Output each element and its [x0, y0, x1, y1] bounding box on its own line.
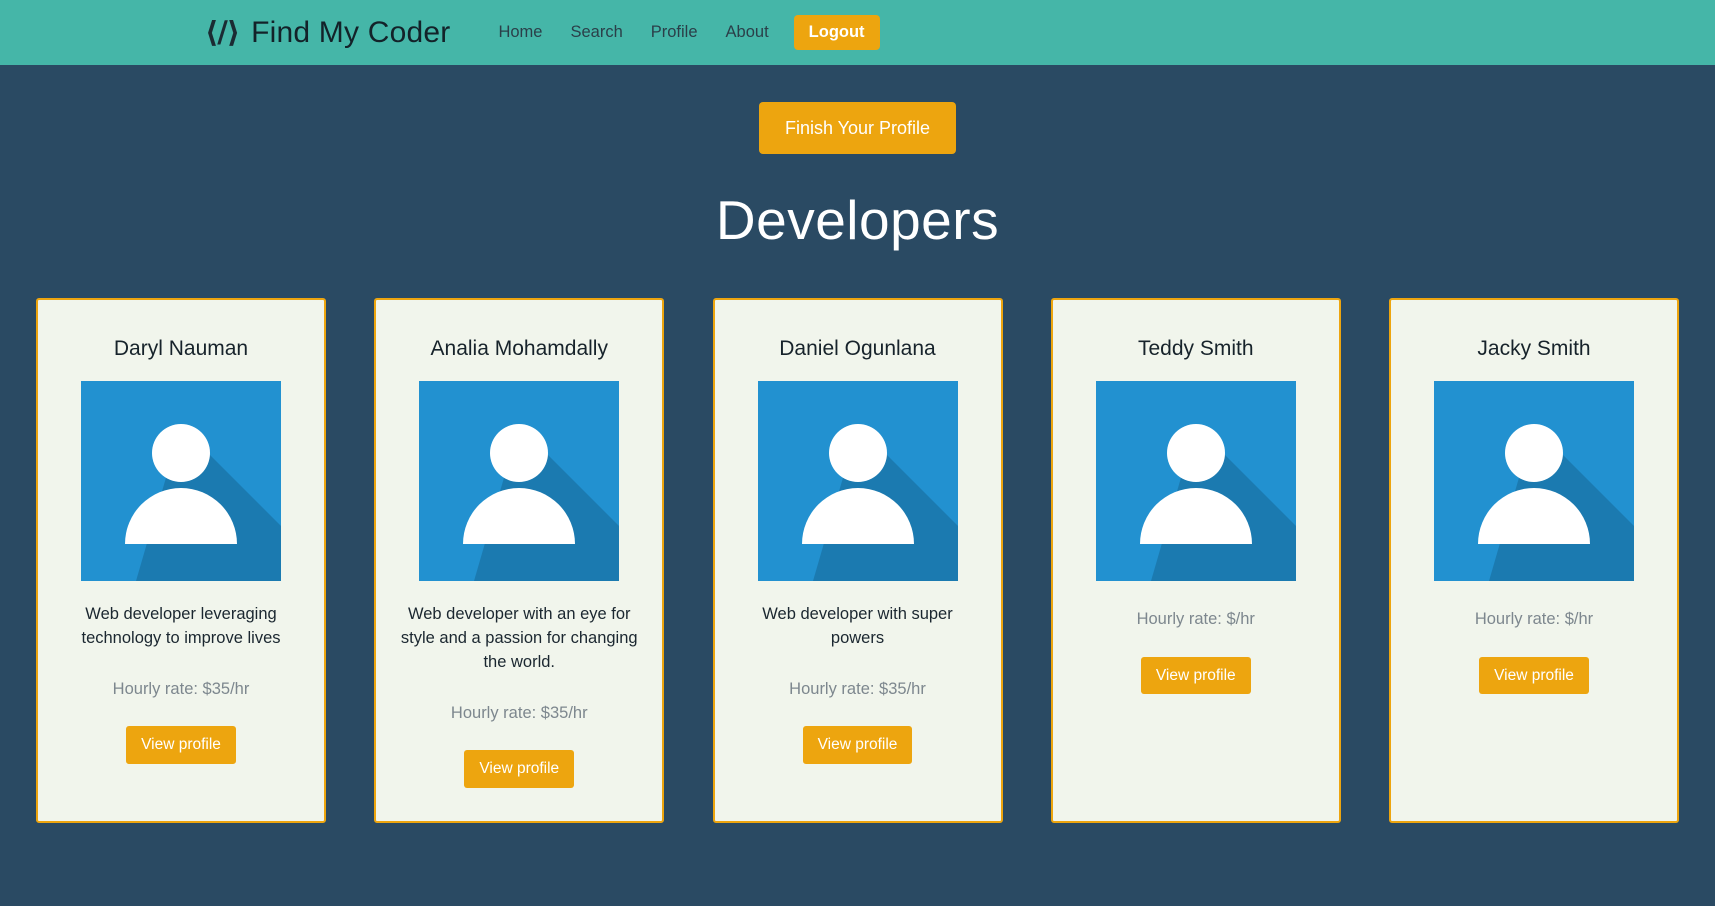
nav-link-home[interactable]: Home — [484, 18, 556, 47]
user-avatar-icon — [1434, 381, 1634, 582]
developer-card: Jacky Smith Hourly rate: $/hr View profil… — [1389, 298, 1679, 823]
developer-hourly-rate: Hourly rate: $35/hr — [450, 703, 588, 722]
nav-link-profile[interactable]: Profile — [637, 18, 712, 47]
developer-name: Teddy Smith — [1137, 337, 1254, 360]
user-avatar-icon — [81, 381, 281, 582]
developer-name: Daryl Nauman — [113, 337, 249, 360]
main-nav: Home Search Profile About Logout — [484, 14, 880, 51]
page-title: Developers — [715, 189, 1000, 251]
page-body: Finish Your Profile Developers Daryl Nau… — [0, 65, 1715, 906]
developer-bio: Web developer leveraging technology to i… — [81, 605, 281, 648]
finish-profile-button[interactable]: Finish Your Profile — [758, 102, 957, 154]
developer-hourly-rate: Hourly rate: $35/hr — [789, 680, 926, 699]
logout-button[interactable]: Logout — [793, 14, 880, 51]
view-profile-button[interactable]: View profile — [1140, 656, 1251, 695]
developer-name: Jacky Smith — [1477, 337, 1591, 360]
brand-logo[interactable]: ⟨/⟩ Find My Coder — [205, 15, 451, 49]
navbar: ⟨/⟩ Find My Coder Home Search Profile Ab… — [0, 0, 1715, 65]
developer-name: Daniel Ogunlana — [779, 337, 936, 360]
view-profile-button[interactable]: View profile — [802, 726, 913, 764]
nav-link-search[interactable]: Search — [556, 18, 636, 47]
user-avatar-icon — [419, 381, 620, 582]
developer-bio: Web developer with an eye for style and … — [400, 605, 638, 672]
developer-hourly-rate: Hourly rate: $/hr — [1136, 610, 1255, 629]
developer-name: Analia Mohamdally — [430, 337, 608, 360]
view-profile-button[interactable]: View profile — [126, 726, 236, 764]
code-brackets-icon: ⟨/⟩ — [205, 15, 240, 49]
developer-card: Daniel Ogunlana Web developer with super… — [712, 298, 1003, 823]
view-profile-button[interactable]: View profile — [1479, 656, 1589, 695]
developer-cards-row: Daryl Nauman Web developer leveraging te… — [0, 298, 1715, 823]
developer-hourly-rate: Hourly rate: $/hr — [1474, 610, 1594, 629]
user-avatar-icon — [1095, 381, 1296, 582]
finish-profile-container: Finish Your Profile — [0, 65, 1715, 154]
developer-card: Analia Mohamdally Web developer with an … — [374, 298, 665, 823]
user-avatar-icon — [757, 381, 958, 582]
developer-card: Teddy Smith Hourly rate: $/hr View profil… — [1050, 298, 1341, 823]
view-profile-button[interactable]: View profile — [464, 750, 575, 788]
nav-link-about[interactable]: About — [712, 18, 783, 47]
developer-hourly-rate: Hourly rate: $35/hr — [112, 680, 250, 699]
developer-card: Daryl Nauman Web developer leveraging te… — [36, 298, 326, 823]
brand-title: Find My Coder — [251, 15, 451, 49]
developer-bio: Web developer with super powers — [762, 605, 953, 648]
